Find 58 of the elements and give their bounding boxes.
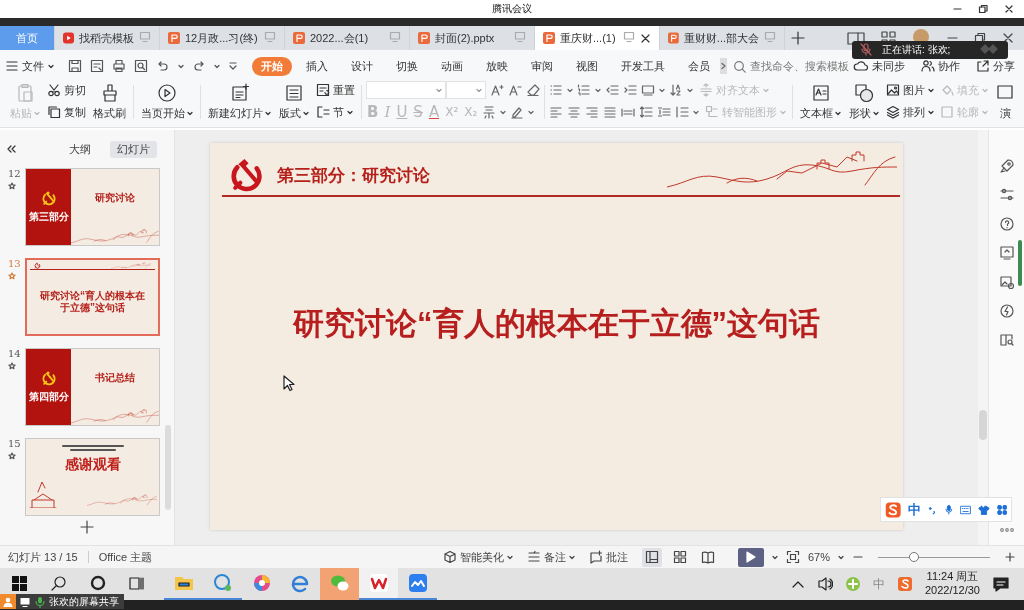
- slide-number: 12: [8, 168, 21, 179]
- slide-text: 研究讨论“育人的根本在于立德”这句话: [39, 289, 146, 315]
- slide-title: 书记总结: [95, 371, 135, 385]
- panel-tab[interactable]: 幻灯片: [110, 140, 157, 158]
- new-slide-button[interactable]: 新建幻灯片: [205, 81, 274, 123]
- cut-button[interactable]: 剪切: [45, 81, 88, 99]
- slide-title: 研究讨论“育人的根本在于立德”这句话: [291, 305, 821, 343]
- picture-button[interactable]: 图片: [884, 81, 936, 99]
- slide-counter: 幻灯片 13 / 15: [8, 549, 78, 565]
- document-tab[interactable]: 重庆财...(1): [535, 26, 660, 50]
- slide-thumbnail[interactable]: 第三部分 研究讨论: [25, 168, 160, 246]
- search-field[interactable]: 查找命令、搜索模板: [733, 58, 849, 74]
- zoom-level[interactable]: 67%: [807, 551, 830, 563]
- ribbon-tab[interactable]: 开发工具: [612, 56, 674, 76]
- theme-name: Office 主题: [98, 549, 153, 565]
- text-box-button[interactable]: 文本框: [797, 81, 844, 123]
- comments-button[interactable]: 批注: [588, 549, 628, 565]
- ribbon-tab[interactable]: 放映: [477, 56, 517, 76]
- slide-thumbnail[interactable]: 研究讨论“育人的根本在于立德”这句话: [25, 258, 160, 336]
- share-button[interactable]: 分享: [976, 58, 1015, 74]
- play-from-current-button[interactable]: 当页开始: [138, 81, 196, 123]
- slide-number: 13: [8, 258, 21, 269]
- window-title: 腾讯会议: [492, 2, 532, 16]
- format-painter-button[interactable]: 格式刷: [90, 81, 129, 123]
- ribbon-tab[interactable]: 审阅: [522, 56, 562, 76]
- ribbon-tab[interactable]: 设计: [342, 56, 382, 76]
- notes-button[interactable]: 备注: [526, 549, 575, 565]
- slide-title: 感谢观看: [64, 456, 121, 474]
- panel-tab[interactable]: 大纲: [62, 140, 98, 158]
- ribbon-tab[interactable]: 动画: [432, 56, 472, 76]
- ribbon-tab[interactable]: 视图: [567, 56, 607, 76]
- beautify-button[interactable]: 智能美化: [442, 549, 513, 565]
- presentation-tools-button[interactable]: 演: [992, 81, 1018, 123]
- layout-button[interactable]: 版式: [276, 81, 312, 123]
- slide-number: 15: [8, 438, 21, 449]
- slide-canvas[interactable]: 第三部分：研究讨论 研究讨论“育人的根本在于立德”这句话: [210, 143, 903, 530]
- reset-button[interactable]: 重置: [314, 81, 357, 99]
- part-label: 第四部分: [28, 390, 69, 404]
- slide-number: 14: [8, 348, 21, 359]
- clock[interactable]: 11:24 周五 2022/12/30: [924, 570, 980, 598]
- file-menu[interactable]: 文件: [6, 58, 54, 74]
- slide-thumbnail[interactable]: 第四部分 书记总结: [25, 348, 160, 426]
- shape-button[interactable]: 形状: [846, 81, 882, 123]
- speaker-text: 正在讲话: 张欢;: [882, 43, 951, 57]
- screen-share-label: 张欢的屏幕共享: [49, 594, 119, 609]
- collaborate-button[interactable]: 协作: [921, 58, 960, 74]
- copy-button[interactable]: 复制: [45, 103, 88, 121]
- section-title: 第三部分：研究讨论: [277, 165, 430, 187]
- sync-button[interactable]: 未同步: [853, 58, 905, 74]
- ribbon-tab[interactable]: 切换: [387, 56, 427, 76]
- slide-thumbnail[interactable]: 感谢观看: [25, 438, 160, 516]
- ime-mode[interactable]: 中: [908, 500, 922, 519]
- slide-title: 研究讨论: [95, 191, 135, 205]
- section-button[interactable]: 节: [314, 103, 357, 121]
- arrange-button[interactable]: 排列: [884, 103, 936, 121]
- ribbon-tab[interactable]: 插入: [297, 56, 337, 76]
- part-label: 第三部分: [28, 210, 69, 224]
- ribbon-tab[interactable]: 会员: [679, 56, 719, 76]
